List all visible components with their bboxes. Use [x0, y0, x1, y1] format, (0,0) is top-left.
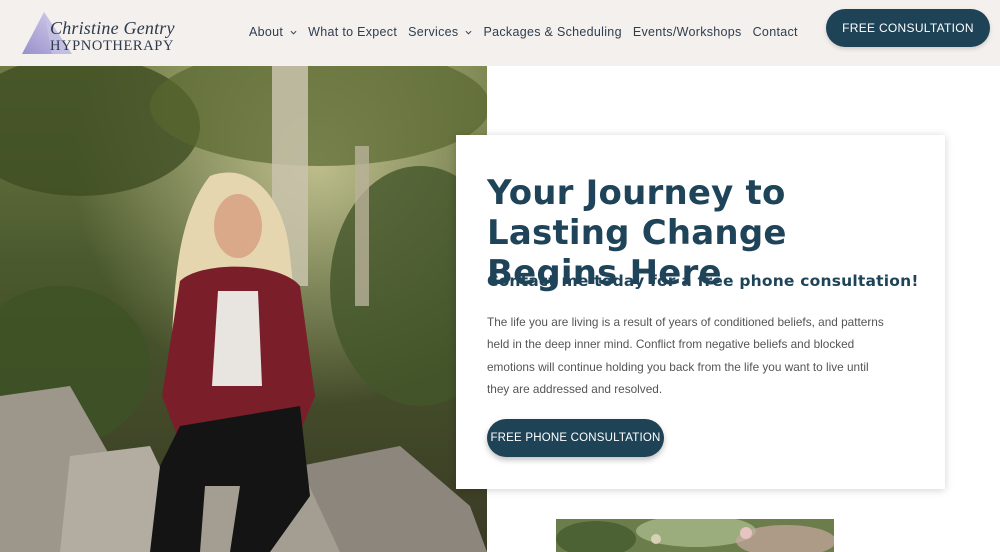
nav-item-label: About	[249, 25, 284, 39]
hero-card: Your Journey to Lasting Change Begins He…	[456, 135, 945, 489]
nav-item-label: Events/Workshops	[632, 25, 742, 39]
nav-item-contact[interactable]: Contact	[753, 25, 798, 39]
nav-item-packages-scheduling[interactable]: Packages & Scheduling	[483, 25, 621, 39]
logo-script-text: Christine Gentry	[50, 18, 175, 38]
hero-subheadline: Contact me today for a free phone consul…	[487, 272, 919, 290]
nav-item-label: Contact	[752, 25, 798, 39]
hero-photo	[0, 66, 487, 552]
nav-item-what-to-expect[interactable]: What to Expect	[308, 25, 397, 39]
chevron-down-icon	[465, 30, 472, 35]
free-phone-consultation-button[interactable]: FREE PHONE CONSULTATION	[487, 419, 664, 457]
chevron-down-icon	[290, 30, 297, 35]
section-image	[556, 519, 834, 552]
main-nav: About What to Expect Services Packages &…	[249, 25, 809, 39]
nav-item-label: What to Expect	[308, 25, 398, 39]
nav-item-services[interactable]: Services	[408, 25, 472, 39]
hero-body-text: The life you are living is a result of y…	[487, 315, 884, 396]
nav-item-events-workshops[interactable]: Events/Workshops	[633, 25, 742, 39]
logo-caps-text: HYPNOTHERAPY	[50, 38, 175, 54]
portrait-image	[0, 66, 487, 552]
nav-item-label: Packages & Scheduling	[483, 25, 622, 39]
site-logo[interactable]: Christine Gentry HYPNOTHERAPY	[22, 10, 175, 56]
free-consultation-button[interactable]: FREE CONSULTATION	[826, 9, 990, 47]
nav-item-about[interactable]: About	[249, 25, 297, 39]
nav-item-label: Services	[408, 25, 459, 39]
site-header: Christine Gentry HYPNOTHERAPY About What…	[0, 0, 1000, 66]
flowers-image	[556, 519, 834, 552]
